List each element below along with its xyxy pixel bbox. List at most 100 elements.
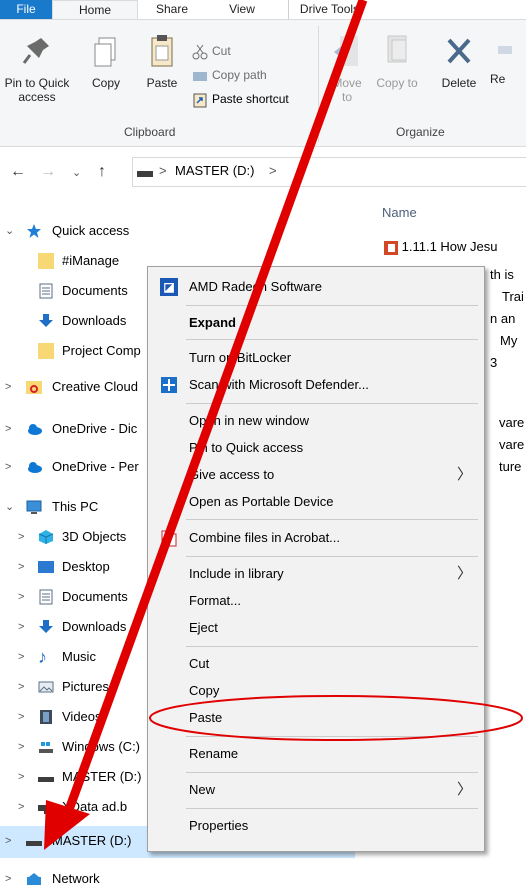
file-row[interactable]: My (500, 330, 517, 352)
expand-chevron-icon[interactable]: > (18, 642, 24, 672)
menu-label: Open as Portable Device (189, 494, 334, 509)
tab-view[interactable]: View (222, 0, 262, 20)
menu-item-open-new-window[interactable]: Open in new window (148, 407, 484, 434)
menu-label: Copy (189, 683, 220, 698)
menu-item-properties[interactable]: Properties (148, 812, 484, 839)
move-to-label: Move to (332, 76, 362, 104)
nav-label: 3D Objects (62, 529, 127, 544)
file-row[interactable]: vare (499, 412, 524, 434)
menu-label: Cut (189, 656, 210, 671)
expand-chevron-icon[interactable]: > (18, 522, 24, 552)
expand-chevron-icon[interactable]: > (5, 372, 11, 402)
cut-button[interactable]: Cut (192, 41, 231, 61)
expand-chevron-icon[interactable]: > (18, 792, 24, 822)
clipboard-icon (151, 35, 173, 67)
download-arrow-icon (39, 314, 53, 327)
tab-drive-tools[interactable]: Drive Tools (288, 0, 370, 20)
expand-chevron-icon[interactable]: > (18, 552, 24, 582)
cube-icon (38, 530, 54, 544)
nav-label: This PC (52, 499, 99, 514)
file-name: vare (499, 415, 525, 430)
copy-path-button[interactable]: Copy path (192, 65, 267, 85)
move-to-button[interactable]: Move to (326, 32, 368, 104)
menu-item-cut[interactable]: Cut (148, 650, 484, 677)
menu-item-rename[interactable]: Rename (148, 740, 484, 767)
nav-label: Videos (62, 709, 102, 724)
expand-chevron-icon[interactable]: > (18, 702, 24, 732)
tab-file[interactable]: File (0, 0, 52, 20)
address-bar-row: ← → ⌄ ↑ > MASTER (D:) > (0, 155, 526, 189)
file-row[interactable]: th is (490, 264, 514, 286)
expand-chevron-icon[interactable]: > (5, 864, 11, 888)
forward-arrow-icon[interactable]: → (40, 163, 56, 181)
menu-item-bitlocker[interactable]: Turn on BitLocker (148, 344, 484, 371)
menu-item-give-access[interactable]: Give access to 〉 (148, 461, 484, 488)
paste-button[interactable]: Paste (140, 32, 184, 90)
recent-chevron-icon[interactable]: ⌄ (72, 166, 81, 179)
menu-item-new[interactable]: New 〉 (148, 776, 484, 803)
acrobat-combine-icon (161, 530, 177, 547)
nav-label: Quick access (52, 223, 130, 238)
file-name: 3 (490, 355, 498, 370)
expand-chevron-icon[interactable]: > (18, 732, 24, 762)
expand-chevron-icon[interactable]: > (18, 612, 24, 642)
copy-button[interactable]: Copy (86, 32, 126, 90)
nav-item-quick-access[interactable]: ⌄ Quick access (0, 216, 355, 246)
back-arrow-icon[interactable]: ← (10, 163, 26, 181)
expand-chevron-icon[interactable]: > (18, 582, 24, 612)
menu-item-expand[interactable]: Expand (148, 309, 484, 336)
address-drive-segment[interactable]: MASTER (D:) (175, 163, 254, 178)
expand-chevron-icon[interactable]: > (5, 414, 11, 444)
expand-chevron-icon[interactable]: ⌄ (5, 492, 14, 522)
file-row[interactable]: 1.11.1 How Jesu (384, 236, 498, 258)
tab-home[interactable]: Home (52, 0, 138, 20)
nav-label: Desktop (62, 559, 110, 574)
nav-label: #iManage (62, 253, 120, 268)
menu-label: Scan with Microsoft Defender... (189, 377, 369, 392)
desktop-icon (38, 561, 54, 573)
file-row[interactable]: n an (490, 308, 515, 330)
expand-chevron-icon[interactable]: > (18, 762, 24, 792)
menu-item-include-library[interactable]: Include in library 〉 (148, 560, 484, 587)
file-row[interactable]: ture (499, 456, 521, 478)
copy-to-button[interactable]: Copy to (376, 32, 418, 90)
menu-item-paste[interactable]: Paste (148, 704, 484, 731)
expand-chevron-icon[interactable]: ⌄ (5, 216, 14, 246)
menu-separator (186, 519, 478, 520)
rename-button[interactable]: Re (490, 32, 526, 86)
expand-chevron-icon[interactable]: > (18, 672, 24, 702)
menu-item-format[interactable]: Format... (148, 587, 484, 614)
paste-shortcut-button[interactable]: Paste shortcut (192, 89, 289, 109)
star-icon (27, 224, 41, 238)
expand-chevron-icon[interactable]: > (5, 826, 11, 856)
nav-label: OneDrive - Dic (52, 421, 138, 436)
nav-label: Project Comp (62, 343, 141, 358)
copy-path-label: Copy path (212, 68, 267, 82)
menu-separator (186, 736, 478, 737)
file-name: 1.11.1 How Jesu (401, 239, 498, 254)
up-arrow-icon[interactable]: ↑ (98, 163, 106, 181)
menu-item-eject[interactable]: Eject (148, 614, 484, 641)
file-row[interactable]: 3 (490, 352, 497, 374)
file-name: Trai (502, 289, 524, 304)
menu-item-amd-radeon[interactable]: ◪ AMD Radeon Software (148, 273, 484, 300)
column-header-name[interactable]: Name (382, 205, 417, 220)
rename-icon (498, 46, 512, 54)
file-row[interactable]: vare (499, 434, 524, 456)
expand-chevron-icon[interactable]: > (5, 452, 11, 482)
menu-label: Paste (189, 710, 223, 725)
menu-item-copy[interactable]: Copy (148, 677, 484, 704)
creative-cloud-icon (26, 381, 42, 394)
tab-share[interactable]: Share (150, 0, 194, 20)
address-box[interactable]: > MASTER (D:) > (132, 157, 526, 187)
menu-item-portable-device[interactable]: Open as Portable Device (148, 488, 484, 515)
amd-logo-icon: ◪ (160, 278, 178, 296)
delete-button[interactable]: Delete (436, 32, 482, 90)
menu-item-defender[interactable]: Scan with Microsoft Defender... (148, 371, 484, 398)
pin-label: Pin to Quick access (4, 76, 70, 104)
menu-item-acrobat[interactable]: Combine files in Acrobat... (148, 524, 484, 551)
pin-to-quick-access-button[interactable]: Pin to Quick access (0, 32, 74, 104)
menu-item-pin-quick-access[interactable]: Pin to Quick access (148, 434, 484, 461)
nav-item-network[interactable]: > Network (0, 864, 355, 888)
file-row[interactable]: Trai (502, 286, 524, 308)
